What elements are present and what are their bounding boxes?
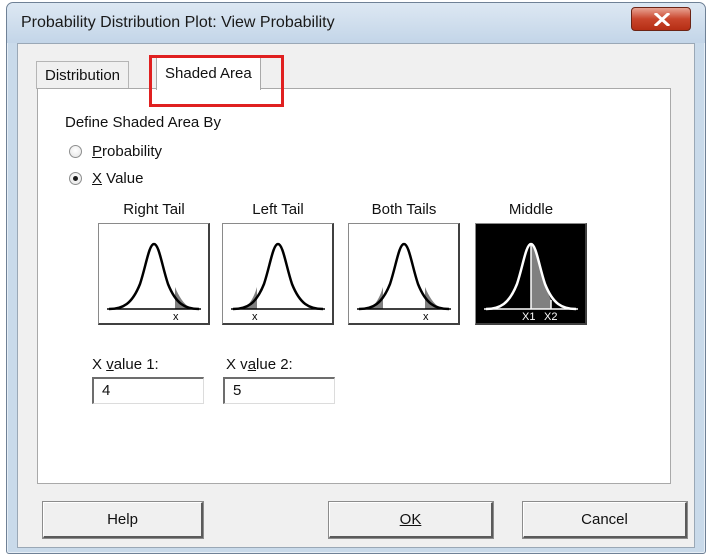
both-tails-curve-icon: x (357, 242, 451, 323)
svg-text:x: x (173, 311, 179, 323)
left-tail-curve-icon: x (231, 242, 325, 323)
help-button[interactable]: Help (43, 502, 203, 538)
x-value-2-label: X value 2: (226, 356, 293, 373)
svg-text:x: x (423, 311, 429, 323)
middle-label: Middle (508, 201, 554, 218)
tab-highlight-box (149, 55, 284, 107)
both-tails-button[interactable]: x (348, 223, 460, 325)
radio-x-value-circle[interactable] (69, 171, 82, 185)
middle-curve-icon: X1 X2 (484, 242, 578, 323)
dialog-client: Distribution Shaded Area Define Shaded A… (17, 43, 695, 548)
x-value-1-label: X value 1: (92, 356, 159, 373)
title-bar[interactable]: Probability Distribution Plot: View Prob… (7, 3, 705, 43)
left-tail-button[interactable]: x (222, 223, 334, 325)
close-button[interactable] (631, 7, 691, 31)
window-title: Probability Distribution Plot: View Prob… (21, 14, 335, 31)
right-tail-button[interactable]: x (98, 223, 210, 325)
svg-text:x: x (252, 311, 258, 323)
svg-text:X1: X1 (522, 311, 535, 323)
close-icon (654, 13, 670, 26)
cancel-button[interactable]: Cancel (523, 502, 687, 538)
left-tail-label: Left Tail (252, 201, 304, 218)
radio-x-value-label: X Value (92, 169, 144, 187)
radio-probability[interactable]: Probability (69, 141, 162, 161)
tab-distribution[interactable]: Distribution (36, 61, 130, 89)
x-value-1-input[interactable]: 4 (92, 377, 204, 404)
both-tails-label: Both Tails (371, 201, 437, 218)
right-tail-curve-icon: x (107, 242, 201, 323)
shaded-area-panel: Define Shaded Area By Probability X Valu… (37, 88, 671, 484)
radio-probability-label: Probability (92, 142, 163, 160)
ok-button[interactable]: OK (329, 502, 493, 538)
right-tail-label: Right Tail (123, 201, 185, 218)
x-value-2-input[interactable]: 5 (223, 377, 335, 404)
radio-x-value[interactable]: X Value (69, 168, 143, 188)
svg-text:X2: X2 (544, 311, 557, 323)
define-shaded-area-label: Define Shaded Area By (65, 114, 221, 131)
dialog-window: Probability Distribution Plot: View Prob… (6, 2, 706, 554)
middle-button[interactable]: X1 X2 (475, 223, 587, 325)
radio-probability-circle[interactable] (69, 144, 82, 158)
